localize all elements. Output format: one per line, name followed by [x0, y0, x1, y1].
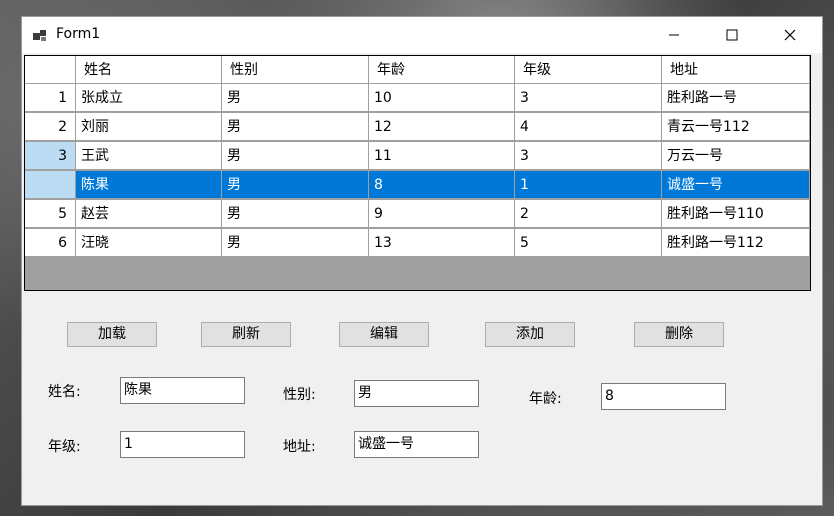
- row-header[interactable]: [25, 171, 76, 199]
- data-grid[interactable]: 姓名 性别 年龄 年级 地址 1 张成立 男 10 3 胜利路一号 2 刘丽 男…: [24, 55, 811, 291]
- cell-name[interactable]: 汪晓: [76, 229, 222, 257]
- cell-address[interactable]: 胜利路一号112: [662, 229, 810, 257]
- gender-field[interactable]: 男: [354, 380, 479, 407]
- close-icon: [784, 29, 796, 41]
- row-header[interactable]: 1: [25, 84, 76, 112]
- cell-age[interactable]: 9: [369, 200, 515, 228]
- cell-address[interactable]: 胜利路一号: [662, 84, 810, 112]
- cell-address[interactable]: 万云一号: [662, 142, 810, 170]
- row-header[interactable]: 6: [25, 229, 76, 257]
- cell-address[interactable]: 青云一号112: [662, 113, 810, 141]
- age-field[interactable]: 8: [601, 383, 726, 410]
- cell-age[interactable]: 13: [369, 229, 515, 257]
- cell-age[interactable]: 11: [369, 142, 515, 170]
- row-header[interactable]: 2: [25, 113, 76, 141]
- window-title: Form1: [56, 26, 101, 42]
- grade-label: 年级:: [48, 439, 81, 455]
- grade-field[interactable]: 1: [120, 431, 245, 458]
- cell-grade[interactable]: 4: [515, 113, 662, 141]
- cell-name[interactable]: 刘丽: [76, 113, 222, 141]
- load-button[interactable]: 加载: [67, 322, 157, 347]
- cell-gender[interactable]: 男: [222, 171, 369, 199]
- row-header[interactable]: 5: [25, 200, 76, 228]
- cell-address[interactable]: 诚盛一号: [662, 171, 810, 199]
- address-label: 地址:: [283, 439, 316, 455]
- gender-label: 性别:: [283, 387, 316, 403]
- column-header-name[interactable]: 姓名: [76, 56, 222, 84]
- cell-age[interactable]: 8: [369, 171, 515, 199]
- address-field[interactable]: 诚盛一号: [354, 431, 479, 458]
- table-row[interactable]: 2 刘丽 男 12 4 青云一号112: [25, 113, 810, 142]
- app-icon: [33, 30, 46, 41]
- name-field[interactable]: 陈果: [120, 377, 245, 404]
- table-row[interactable]: 3 王武 男 11 3 万云一号: [25, 142, 810, 171]
- cell-grade[interactable]: 2: [515, 200, 662, 228]
- cell-address[interactable]: 胜利路一号110: [662, 200, 810, 228]
- corner-header-cell[interactable]: [25, 56, 76, 84]
- minimize-icon: [669, 34, 679, 36]
- cell-gender[interactable]: 男: [222, 142, 369, 170]
- cell-name[interactable]: 赵芸: [76, 200, 222, 228]
- cell-grade[interactable]: 3: [515, 142, 662, 170]
- column-header-gender[interactable]: 性别: [222, 56, 369, 84]
- add-button[interactable]: 添加: [485, 322, 575, 347]
- cell-grade[interactable]: 3: [515, 84, 662, 112]
- maximize-icon: [726, 29, 738, 41]
- close-button[interactable]: [761, 17, 819, 53]
- cell-gender[interactable]: 男: [222, 229, 369, 257]
- column-header-age[interactable]: 年龄: [369, 56, 515, 84]
- refresh-button[interactable]: 刷新: [201, 322, 291, 347]
- edit-button[interactable]: 编辑: [339, 322, 429, 347]
- table-row-selected[interactable]: 陈果 男 8 1 诚盛一号: [25, 171, 810, 200]
- cell-gender[interactable]: 男: [222, 200, 369, 228]
- table-row[interactable]: 1 张成立 男 10 3 胜利路一号: [25, 84, 810, 113]
- minimize-button[interactable]: [645, 17, 703, 53]
- cell-name[interactable]: 陈果: [76, 171, 222, 199]
- table-row[interactable]: 6 汪晓 男 13 5 胜利路一号112: [25, 229, 810, 258]
- table-row[interactable]: 5 赵芸 男 9 2 胜利路一号110: [25, 200, 810, 229]
- cell-name[interactable]: 张成立: [76, 84, 222, 112]
- cell-name[interactable]: 王武: [76, 142, 222, 170]
- column-header-grade[interactable]: 年级: [515, 56, 662, 84]
- delete-button[interactable]: 删除: [634, 322, 724, 347]
- cell-gender[interactable]: 男: [222, 84, 369, 112]
- maximize-button[interactable]: [703, 17, 761, 53]
- row-header[interactable]: 3: [25, 142, 76, 170]
- grid-header-row: 姓名 性别 年龄 年级 地址: [25, 56, 810, 85]
- cell-gender[interactable]: 男: [222, 113, 369, 141]
- cell-grade[interactable]: 5: [515, 229, 662, 257]
- column-header-address[interactable]: 地址: [662, 56, 810, 84]
- cell-age[interactable]: 12: [369, 113, 515, 141]
- form-window: Form1 姓名 性别 年龄 年级 地址 1 张成立 男 10 3 胜利路一号: [21, 16, 823, 506]
- cell-age[interactable]: 10: [369, 84, 515, 112]
- age-label: 年龄:: [529, 391, 562, 407]
- name-label: 姓名:: [48, 384, 81, 400]
- title-bar[interactable]: Form1: [22, 17, 822, 53]
- cell-grade[interactable]: 1: [515, 171, 662, 199]
